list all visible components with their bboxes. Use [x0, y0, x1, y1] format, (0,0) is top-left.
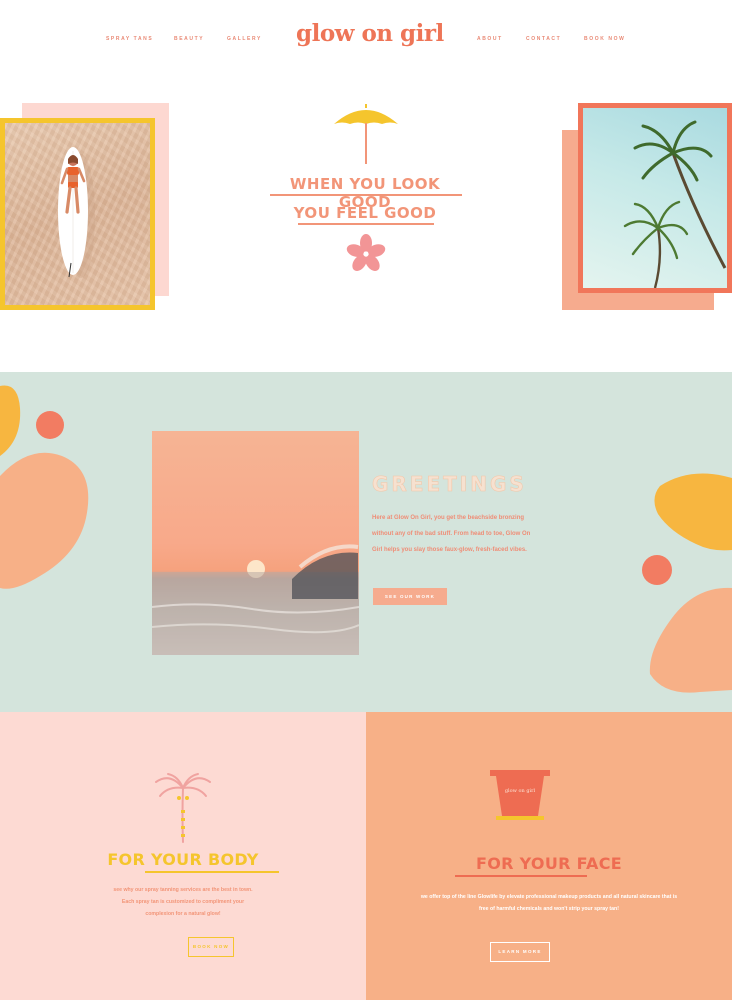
- palm-trees-photo: [578, 103, 732, 293]
- palm-trees-illustration: [623, 120, 727, 288]
- surfboard-beach-photo: [0, 118, 155, 310]
- nav-link-beauty[interactable]: BEAUTY: [174, 36, 204, 42]
- site-logo[interactable]: glow on girl: [296, 20, 444, 47]
- nav-link-gallery[interactable]: GALLERY: [227, 36, 262, 42]
- face-service-heading: FOR YOUR FACE: [476, 854, 622, 873]
- face-service-panel: glow on girl FOR YOUR FACE we offer top …: [366, 712, 732, 1000]
- face-service-paragraph: we offer top of the line Glowlife by ele…: [420, 894, 678, 912]
- learn-more-button[interactable]: LEARN MORE: [490, 942, 550, 962]
- surfer-on-board-illustration: [58, 147, 95, 278]
- nav-link-spray-tans[interactable]: SPRAY TANS: [106, 36, 153, 42]
- sunset-ocean-photo: [152, 431, 359, 655]
- face-heading-underline: [455, 875, 587, 877]
- hero-underline-1: [270, 194, 462, 196]
- greetings-paragraph: Here at Glow On Girl, you get the beachs…: [372, 515, 531, 553]
- see-our-work-button[interactable]: SEE OUR WORK: [373, 588, 447, 605]
- hero-section: WHEN YOU LOOK GOOD YOU FEEL GOOD: [0, 80, 732, 372]
- body-service-heading: FOR YOUR BODY: [107, 850, 259, 869]
- makeup-case-icon: glow on girl: [490, 770, 550, 820]
- greetings-section: GREETINGS Here at Glow On Girl, you get …: [0, 372, 732, 712]
- decorative-blobs-right: [642, 473, 732, 693]
- palm-tree-icon: [155, 773, 211, 843]
- hero-underline-2: [298, 223, 434, 225]
- hero-headline-line-2: YOU FEEL GOOD: [293, 204, 437, 222]
- body-service-panel: FOR YOUR BODY see why our spray tanning …: [0, 712, 366, 1000]
- hibiscus-flower-icon: [346, 234, 386, 271]
- body-service-paragraph: see why our spray tanning services are t…: [113, 887, 253, 917]
- nav-link-about[interactable]: ABOUT: [477, 36, 503, 42]
- beach-umbrella-icon: [334, 104, 398, 164]
- greetings-heading: GREETINGS: [372, 472, 527, 497]
- body-heading-underline: [145, 871, 279, 873]
- nav-link-book-now[interactable]: BOOK NOW: [584, 36, 625, 42]
- top-navigation: SPRAY TANS BEAUTY GALLERY glow on girl A…: [0, 0, 732, 80]
- nav-link-contact[interactable]: CONTACT: [526, 36, 561, 42]
- sunset-wave-illustration: [152, 544, 359, 655]
- book-now-button[interactable]: BOOK NOW: [188, 937, 234, 957]
- decorative-blobs-left: [0, 385, 89, 589]
- makeup-case-icon-label: glow on girl: [505, 788, 536, 794]
